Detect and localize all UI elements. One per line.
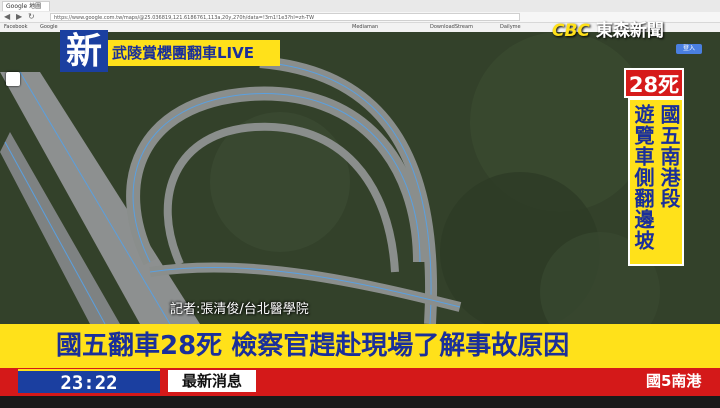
clock: 23:22 bbox=[18, 369, 160, 394]
vertical-text-col2: 遊覽車側翻邊坡 bbox=[631, 104, 655, 251]
headline-bar: 國五翻車28死 檢察官趕赴現場了解事故原因 bbox=[0, 324, 720, 368]
death-toll-badge: 28死 bbox=[624, 68, 684, 98]
back-icon[interactable]: ◀ bbox=[4, 12, 10, 22]
highway-interchange-graphic bbox=[0, 32, 720, 324]
bookmark-item[interactable]: Facebook bbox=[4, 23, 28, 32]
reload-icon[interactable]: ↻ bbox=[28, 12, 35, 22]
address-text: https://www.google.com.tw/maps/@25.03681… bbox=[54, 15, 315, 21]
vertical-text-col1: 國五南港段 bbox=[657, 104, 681, 209]
headline-text: 國五翻車28死 檢察官趕赴現場了解事故原因 bbox=[56, 331, 570, 361]
ticker-text: 國5南港 bbox=[646, 372, 702, 390]
logo-name: 東森新聞 bbox=[595, 21, 664, 41]
address-bar[interactable]: https://www.google.com.tw/maps/@25.03681… bbox=[50, 13, 520, 21]
channel-logo: CBC 東森新聞 bbox=[552, 21, 664, 41]
ticker-strip bbox=[0, 396, 720, 408]
bookmark-item[interactable]: Dailyme bbox=[500, 23, 521, 32]
breaking-news-label: 最新消息 bbox=[168, 370, 256, 392]
forward-icon[interactable]: ▶ bbox=[16, 12, 22, 22]
reporter-credit: 記者:張清俊/台北醫學院 bbox=[170, 302, 309, 317]
live-banner: 武陵賞櫻團翻車LIVE bbox=[108, 40, 280, 66]
bookmark-item[interactable]: Google bbox=[40, 23, 58, 32]
satellite-map[interactable]: 登入 bbox=[0, 32, 720, 324]
tab-title: Google 地圖 bbox=[6, 3, 42, 10]
map-control-icon[interactable] bbox=[6, 72, 20, 86]
new-badge: 新 bbox=[60, 30, 108, 72]
vertical-banner: 國五南港段 遊覽車側翻邊坡 bbox=[628, 98, 684, 266]
signin-button[interactable]: 登入 bbox=[676, 44, 702, 54]
browser-tab[interactable]: Google 地圖 bbox=[2, 1, 50, 11]
logo-cbc: CBC bbox=[552, 21, 590, 41]
bookmark-item[interactable]: Mediaman bbox=[352, 23, 378, 32]
bookmark-item[interactable]: DownloadStream bbox=[430, 23, 473, 32]
